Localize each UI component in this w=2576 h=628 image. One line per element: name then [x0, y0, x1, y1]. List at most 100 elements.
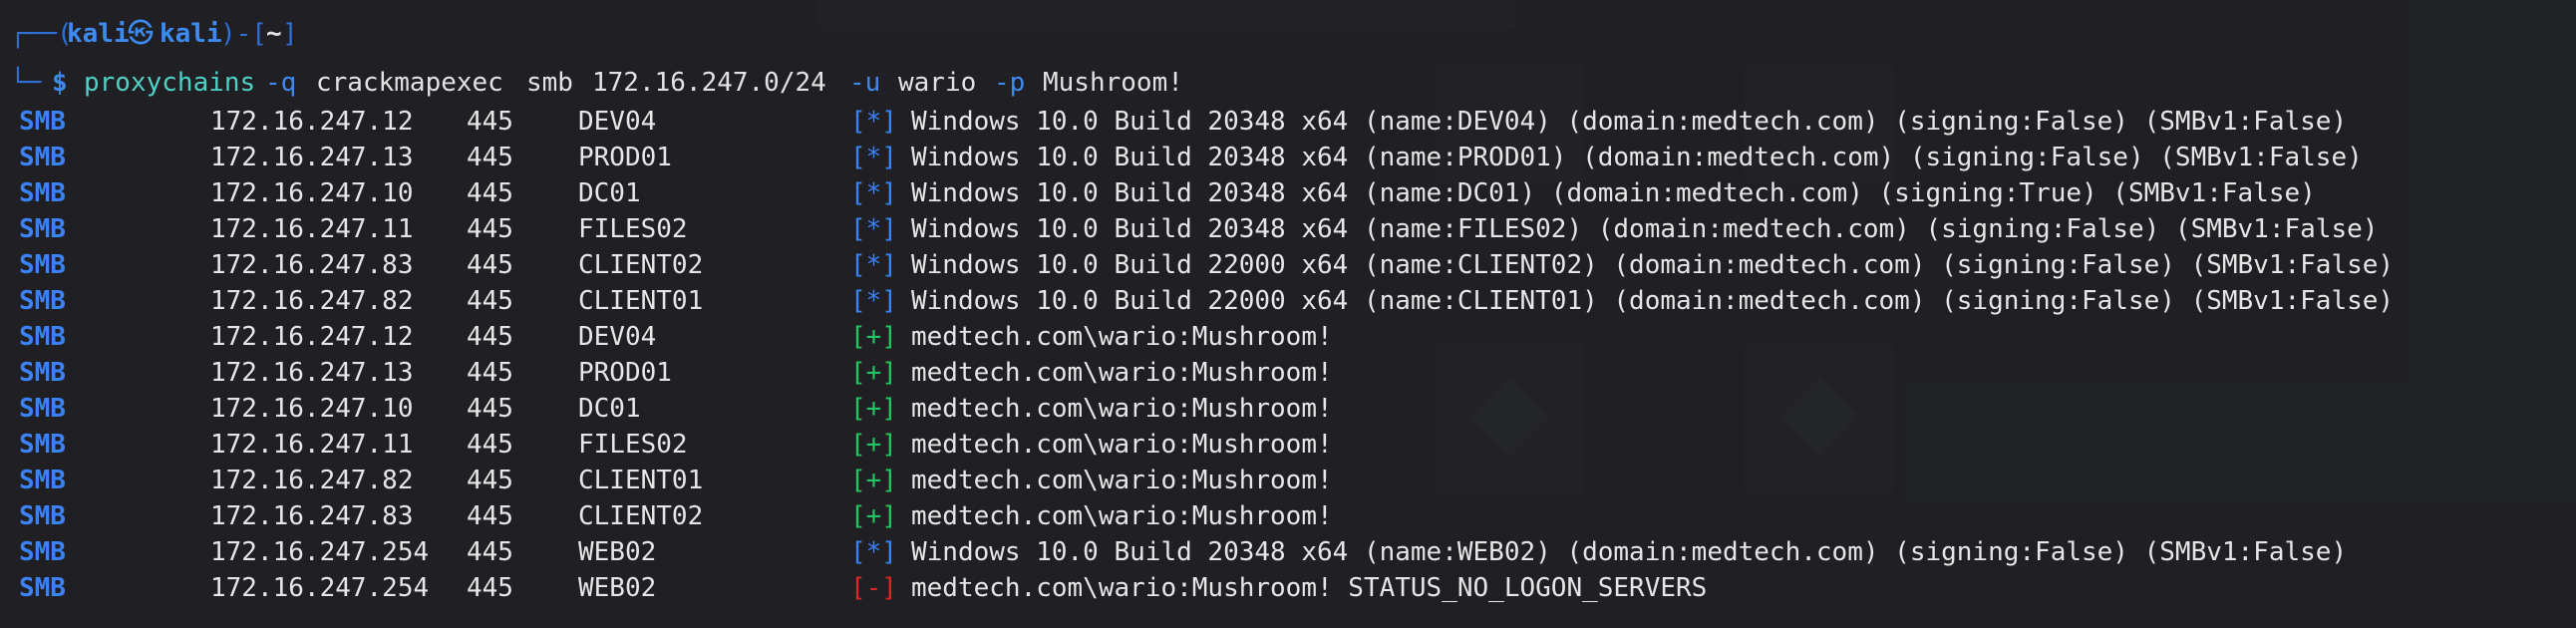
status-indicator: [-] [850, 573, 897, 603]
option-u: -u [849, 68, 881, 98]
port: 445 [467, 214, 513, 244]
status-indicator: [+] [850, 394, 897, 424]
target-arg: 172.16.247.0/24 [592, 68, 826, 98]
prompt-directory: ~ [266, 19, 282, 49]
prompt-header: ┌──( kali ㉿ kali )-[ ~ ] [0, 16, 298, 52]
ip-address: 172.16.247.82 [210, 286, 414, 316]
status-indicator: [*] [850, 178, 897, 208]
output-row: SMB 172.16.247.83 445 CLIENT02 [*] Windo… [0, 247, 2394, 283]
port: 445 [467, 537, 513, 567]
ip-address: 172.16.247.11 [210, 430, 414, 460]
result-message: medtech.com\wario:Mushroom! [911, 358, 1333, 388]
ip-address: 172.16.247.12 [210, 107, 414, 137]
output-row: SMB 172.16.247.11 445 FILES02 [+] medtec… [0, 427, 1333, 463]
hostname: DC01 [578, 178, 641, 208]
output-row: SMB 172.16.247.254 445 WEB02 [*] Windows… [0, 534, 2347, 570]
terminal-window[interactable]: ┌──( kali ㉿ kali )-[ ~ ] └─ $ proxychain… [0, 0, 2576, 628]
result-message: Windows 10.0 Build 22000 x64 (name:CLIEN… [911, 286, 2395, 316]
command-proxychains: proxychains [84, 68, 256, 98]
status-indicator: [*] [850, 143, 897, 172]
hostname: DEV04 [578, 322, 657, 352]
result-message: Windows 10.0 Build 20348 x64 (name:DC01)… [911, 178, 2316, 208]
protocol-label: SMB [19, 214, 66, 244]
hostname: WEB02 [578, 537, 657, 567]
port: 445 [467, 394, 513, 424]
status-indicator: [+] [850, 322, 897, 352]
output-row: SMB 172.16.247.83 445 CLIENT02 [+] medte… [0, 498, 1333, 534]
hostname: CLIENT01 [578, 286, 704, 316]
result-message: medtech.com\wario:Mushroom! [911, 501, 1333, 531]
output-row: SMB 172.16.247.13 445 PROD01 [+] medtech… [0, 355, 1333, 391]
output-row: SMB 172.16.247.12 445 DEV04 [+] medtech.… [0, 319, 1333, 355]
prompt-corner-bottom: └─ [10, 68, 42, 98]
protocol-arg: smb [526, 68, 573, 98]
output-row: SMB 172.16.247.254 445 WEB02 [-] medtech… [0, 570, 1707, 606]
hostname: DC01 [578, 394, 641, 424]
port: 445 [467, 322, 513, 352]
status-indicator: [+] [850, 466, 897, 495]
port: 445 [467, 430, 513, 460]
result-message: Windows 10.0 Build 22000 x64 (name:CLIEN… [911, 250, 2395, 280]
protocol-label: SMB [19, 466, 66, 495]
ip-address: 172.16.247.83 [210, 250, 414, 280]
option-q: -q [265, 68, 297, 98]
hostname: CLIENT01 [578, 466, 704, 495]
protocol-label: SMB [19, 143, 66, 172]
protocol-label: SMB [19, 394, 66, 424]
status-indicator: [*] [850, 286, 897, 316]
result-message: medtech.com\wario:Mushroom! STATUS_NO_LO… [911, 573, 1708, 603]
tool-name: crackmapexec [316, 68, 503, 98]
output-row: SMB 172.16.247.12 445 DEV04 [*] Windows … [0, 104, 2347, 140]
output-row: SMB 172.16.247.10 445 DC01 [*] Windows 1… [0, 175, 2316, 211]
prompt-close-open: )-[ [220, 19, 267, 49]
result-message: Windows 10.0 Build 20348 x64 (name:FILES… [911, 214, 2379, 244]
ip-address: 172.16.247.11 [210, 214, 414, 244]
port: 445 [467, 286, 513, 316]
port: 445 [467, 250, 513, 280]
ip-address: 172.16.247.83 [210, 501, 414, 531]
result-message: medtech.com\wario:Mushroom! [911, 430, 1333, 460]
ip-address: 172.16.247.13 [210, 358, 414, 388]
hostname: WEB02 [578, 573, 657, 603]
result-message: medtech.com\wario:Mushroom! [911, 466, 1333, 495]
ip-address: 172.16.247.13 [210, 143, 414, 172]
output-row: SMB 172.16.247.13 445 PROD01 [*] Windows… [0, 140, 2363, 175]
port: 445 [467, 358, 513, 388]
hostname: CLIENT02 [578, 250, 704, 280]
result-message: Windows 10.0 Build 20348 x64 (name:DEV04… [911, 107, 2348, 137]
protocol-label: SMB [19, 537, 66, 567]
protocol-label: SMB [19, 178, 66, 208]
ip-address: 172.16.247.12 [210, 322, 414, 352]
protocol-label: SMB [19, 430, 66, 460]
prompt-corner-top: ┌──( [10, 19, 73, 49]
prompt-user: kali [67, 19, 130, 49]
protocol-label: SMB [19, 322, 66, 352]
user-arg: wario [898, 68, 977, 98]
hostname: PROD01 [578, 143, 672, 172]
status-indicator: [*] [850, 107, 897, 137]
ip-address: 172.16.247.254 [210, 573, 430, 603]
result-message: Windows 10.0 Build 20348 x64 (name:WEB02… [911, 537, 2348, 567]
option-p: -p [994, 68, 1026, 98]
status-indicator: [+] [850, 358, 897, 388]
hostname: DEV04 [578, 107, 657, 137]
ip-address: 172.16.247.82 [210, 466, 414, 495]
hostname: FILES02 [578, 430, 688, 460]
protocol-label: SMB [19, 358, 66, 388]
status-indicator: [+] [850, 430, 897, 460]
protocol-label: SMB [19, 250, 66, 280]
port: 445 [467, 107, 513, 137]
command-line[interactable]: └─ $ proxychains -q crackmapexec smb 172… [0, 65, 1183, 101]
status-indicator: [*] [850, 537, 897, 567]
prompt-host: kali [160, 19, 222, 49]
output-row: SMB 172.16.247.82 445 CLIENT01 [+] medte… [0, 463, 1333, 498]
ip-address: 172.16.247.10 [210, 394, 414, 424]
result-message: medtech.com\wario:Mushroom! [911, 322, 1333, 352]
port: 445 [467, 573, 513, 603]
output-row: SMB 172.16.247.82 445 CLIENT01 [*] Windo… [0, 283, 2394, 319]
ip-address: 172.16.247.10 [210, 178, 414, 208]
status-indicator: [+] [850, 501, 897, 531]
output-row: SMB 172.16.247.11 445 FILES02 [*] Window… [0, 211, 2378, 247]
password-arg: Mushroom! [1043, 68, 1183, 98]
status-indicator: [*] [850, 214, 897, 244]
